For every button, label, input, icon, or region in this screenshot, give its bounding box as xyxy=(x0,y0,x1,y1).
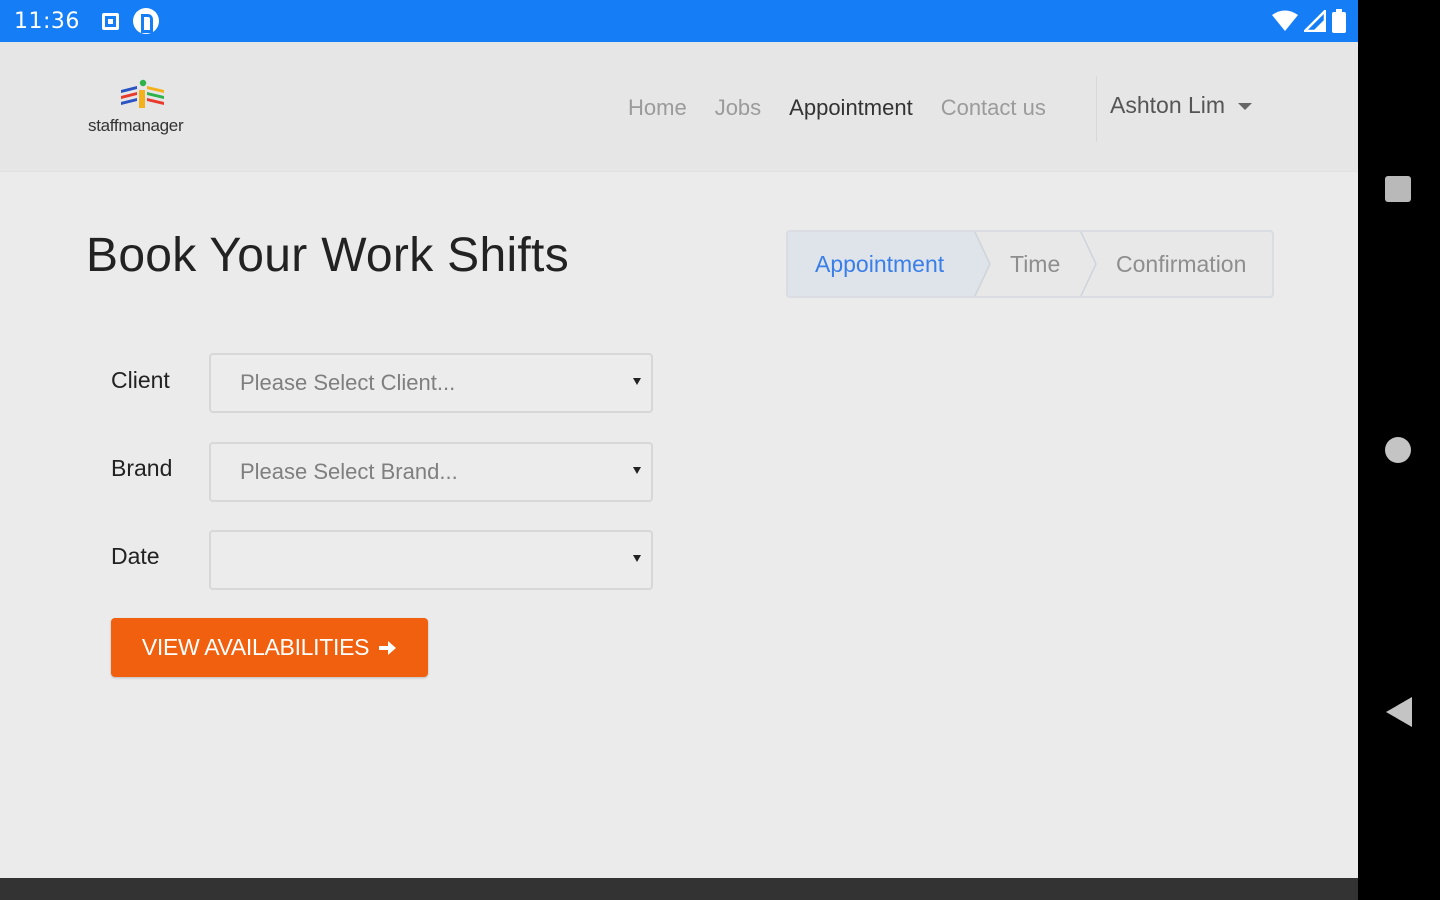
home-button[interactable] xyxy=(1385,437,1411,463)
dropdown-arrow-icon xyxy=(633,378,641,385)
status-time: 11:36 xyxy=(14,8,80,34)
brand-label: Brand xyxy=(111,455,173,481)
step-appointment[interactable]: Appointment xyxy=(788,232,991,296)
main-nav: Home Jobs Appointment Contact us xyxy=(628,92,1074,124)
dropdown-arrow-icon xyxy=(633,555,641,562)
client-label: Client xyxy=(111,367,170,393)
notification-icon xyxy=(101,12,119,30)
step-confirmation-label: Confirmation xyxy=(1116,250,1247,277)
dropdown-arrow-icon xyxy=(633,467,641,474)
nav-jobs[interactable]: Jobs xyxy=(715,95,761,121)
step-time-label: Time xyxy=(1010,250,1061,277)
step-appointment-label: Appointment xyxy=(815,250,945,277)
step-chevron-icon xyxy=(1080,232,1097,296)
view-availabilities-button[interactable]: VIEW AVAILABILITIES xyxy=(111,618,428,677)
status-right-icons xyxy=(1272,9,1346,33)
page-title: Book Your Work Shifts xyxy=(86,229,569,282)
date-select[interactable] xyxy=(209,530,653,590)
view-availabilities-label: VIEW AVAILABILITIES xyxy=(141,634,370,660)
caret-down-icon xyxy=(1238,103,1253,110)
top-navbar: staffmanager Home Jobs Appointment Conta… xyxy=(0,42,1358,172)
bottom-bar xyxy=(0,878,1358,900)
back-button[interactable] xyxy=(1386,697,1412,727)
signal-icon xyxy=(1304,10,1326,32)
brand-select-placeholder: Please Select Brand... xyxy=(240,459,458,484)
nav-appointment[interactable]: Appointment xyxy=(789,95,913,121)
arrow-right-icon xyxy=(379,640,397,655)
nav-divider xyxy=(1096,76,1097,142)
android-nav-bar xyxy=(1358,0,1440,900)
app-notification-icon xyxy=(132,8,159,34)
step-confirmation[interactable]: Confirmation xyxy=(1082,232,1272,296)
staffmanager-logo[interactable]: staffmanager xyxy=(88,78,200,140)
user-menu-dropdown[interactable]: Ashton Lim xyxy=(1110,92,1253,119)
app-window: staffmanager Home Jobs Appointment Conta… xyxy=(0,42,1358,878)
battery-icon xyxy=(1332,9,1346,33)
user-name: Ashton Lim xyxy=(1110,92,1226,118)
brand-select[interactable]: Please Select Brand... xyxy=(209,442,653,502)
nav-contact-us[interactable]: Contact us xyxy=(941,95,1046,121)
recents-button[interactable] xyxy=(1385,176,1411,202)
status-bar: 11:36 xyxy=(0,0,1358,42)
step-chevron-icon xyxy=(974,232,991,296)
wifi-icon xyxy=(1272,10,1298,31)
date-label: Date xyxy=(111,543,160,569)
client-select[interactable]: Please Select Client... xyxy=(209,353,653,413)
booking-steps: Appointment Time Confirmation xyxy=(786,230,1274,298)
nav-home[interactable]: Home xyxy=(628,95,687,121)
logo-icon xyxy=(121,79,164,108)
logo-text: staffmanager xyxy=(88,116,184,135)
client-select-placeholder: Please Select Client... xyxy=(240,370,456,395)
